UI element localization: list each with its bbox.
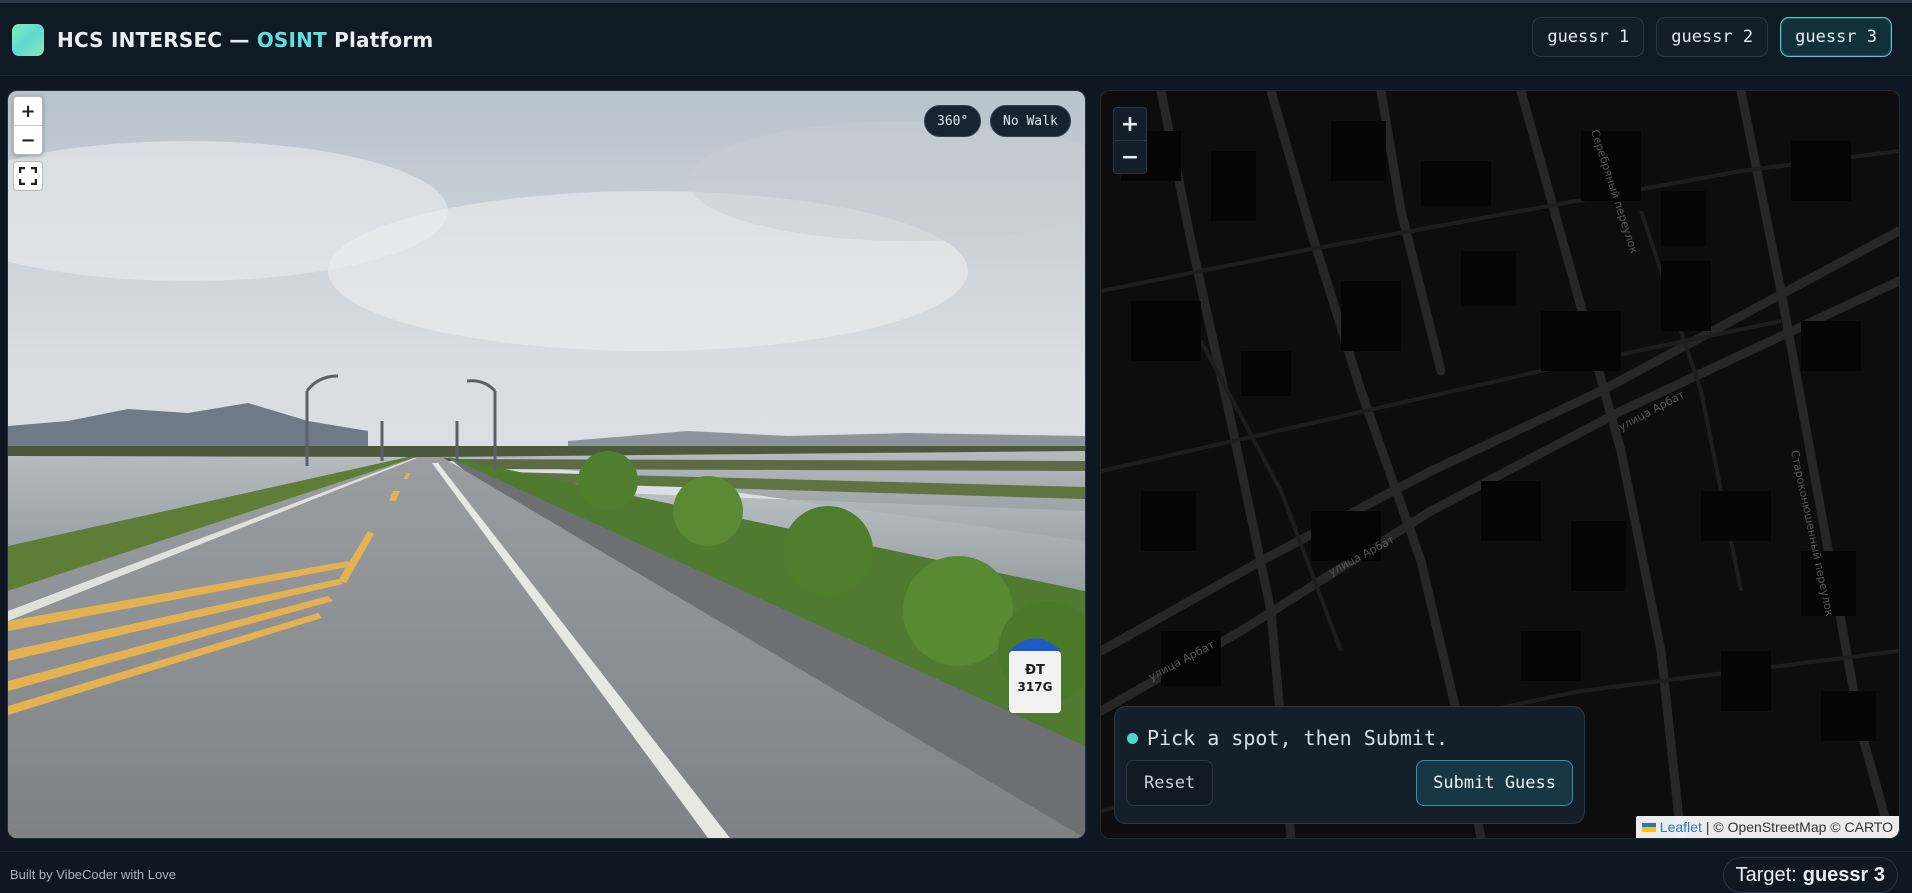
tab-guessr-3[interactable]: guessr 3 [1780, 17, 1892, 57]
guess-map[interactable]: улица Арбат улица Арбат улица Арбат Сере… [1100, 90, 1900, 839]
milestone-line-2: 317G [1018, 680, 1053, 694]
title-accent: OSINT [256, 28, 327, 52]
target-label: Target: [1735, 863, 1797, 886]
status-text: Pick a spot, then Submit. [1147, 726, 1449, 750]
pano-zoom-control: + − [13, 96, 43, 155]
map-zoom-control: + − [1113, 107, 1147, 174]
app-footer: Built by VibeCoder with Love Target: gue… [0, 851, 1912, 893]
milestone-line-1: ĐT [1025, 663, 1045, 678]
status-dot [1127, 733, 1138, 744]
panorama-image[interactable]: ĐT 317G [8, 91, 1085, 838]
guessr-tabs: guessr 1 guessr 2 guessr 3 [1532, 17, 1892, 57]
title-prefix: HCS INTERSEC — [57, 28, 257, 52]
pano-zoom-in-button[interactable]: + [14, 97, 42, 125]
target-value: guessr 3 [1802, 863, 1885, 886]
title-suffix: Platform [326, 28, 434, 52]
badge-no-walk: No Walk [990, 105, 1071, 137]
tab-guessr-1[interactable]: guessr 1 [1532, 17, 1645, 57]
target-badge: Target: guessr 3 [1722, 857, 1898, 893]
app-title: HCS INTERSEC — OSINT Platform [57, 28, 433, 52]
footer-credit: Built by VibeCoder with Love [10, 867, 176, 882]
leaflet-link[interactable]: Leaflet [1660, 819, 1702, 835]
pano-zoom-out-button[interactable]: − [14, 125, 42, 154]
street-view-panorama[interactable]: ĐT 317G + − 360° No Walk [7, 90, 1086, 839]
submit-guess-button[interactable]: Submit Guess [1416, 760, 1573, 806]
map-zoom-in-button[interactable]: + [1114, 108, 1146, 140]
fullscreen-icon [19, 167, 37, 185]
app-header: HCS INTERSEC — OSINT Platform guessr 1 g… [0, 3, 1912, 76]
map-zoom-out-button[interactable]: − [1114, 140, 1146, 173]
map-attribution: Leaflet | © OpenStreetMap © CARTO [1635, 816, 1899, 838]
ukraine-flag-icon [1641, 822, 1656, 832]
fullscreen-button[interactable] [13, 161, 43, 191]
attribution-text: | © OpenStreetMap © CARTO [1705, 819, 1893, 835]
guess-panel: Pick a spot, then Submit. Reset Submit G… [1114, 706, 1585, 824]
app-logo [12, 24, 44, 56]
reset-button[interactable]: Reset [1126, 760, 1214, 806]
tab-guessr-2[interactable]: guessr 2 [1656, 17, 1769, 57]
badge-360: 360° [924, 105, 982, 137]
